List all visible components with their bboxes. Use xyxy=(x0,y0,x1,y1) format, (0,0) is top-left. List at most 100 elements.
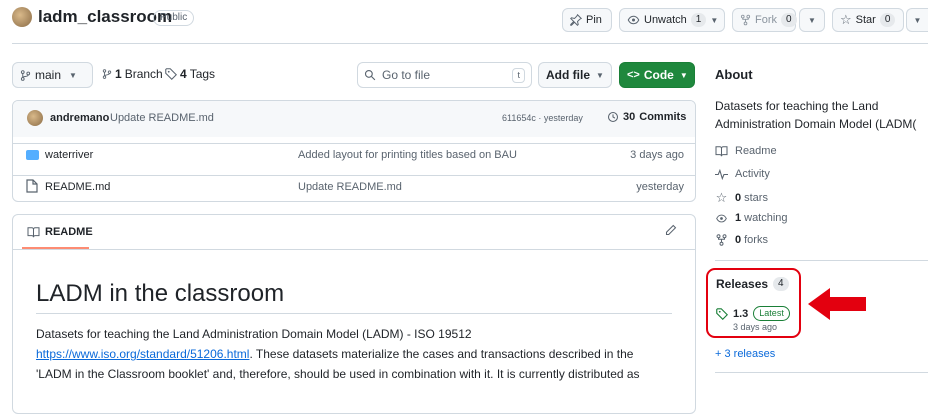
tags-label: Tags xyxy=(189,67,216,81)
commits-link[interactable]: 30 Commits xyxy=(607,111,686,123)
star-icon: ☆ xyxy=(715,190,728,205)
eye-icon xyxy=(627,14,640,26)
about-forks-link[interactable]: 0 forks xyxy=(715,234,768,246)
about-readme-link[interactable]: Readme xyxy=(715,145,777,157)
chevron-down-icon: ▼ xyxy=(808,15,816,25)
releases-count: 4 xyxy=(773,277,789,291)
latest-release-link[interactable]: 1.3 Latest xyxy=(716,306,790,321)
latest-badge: Latest xyxy=(753,306,790,321)
pin-label: Pin xyxy=(586,14,602,26)
tag-icon xyxy=(716,307,728,320)
code-icon: <> xyxy=(627,69,640,81)
go-to-file-placeholder: Go to file xyxy=(382,68,431,82)
chevron-down-icon: ▼ xyxy=(913,15,922,25)
readme-header-divider xyxy=(13,249,695,250)
commit-hash-time[interactable]: 611654c · yesterday xyxy=(502,113,583,123)
iso-standard-link[interactable]: https://www.iso.org/standard/51206.html xyxy=(36,347,249,361)
readme-paragraph-text: . These datasets materialize the cases a… xyxy=(249,347,634,361)
readme-heading-divider xyxy=(36,313,672,314)
add-file-button[interactable]: Add file ▼ xyxy=(538,62,612,88)
branches-link[interactable]: 1 Branch xyxy=(102,67,163,81)
chevron-down-icon: ▼ xyxy=(596,70,604,80)
star-icon: ☆ xyxy=(840,12,852,27)
branch-icon xyxy=(20,69,31,82)
fork-button[interactable]: Fork 0 xyxy=(732,8,797,32)
chevron-down-icon: ▼ xyxy=(69,70,77,80)
readme-paragraph-line-2: https://www.iso.org/standard/51206.html.… xyxy=(36,347,633,361)
watching-label: watching xyxy=(744,212,788,224)
book-icon xyxy=(27,226,40,238)
pin-button[interactable]: Pin xyxy=(562,8,612,32)
commit-author-avatar[interactable] xyxy=(27,110,43,126)
about-stars-link[interactable]: ☆ 0 stars xyxy=(715,190,768,206)
branches-label: Branch xyxy=(124,67,163,81)
release-version: 1.3 xyxy=(733,307,749,320)
tags-link[interactable]: 4 Tags xyxy=(165,67,215,81)
book-icon xyxy=(715,145,728,157)
fork-dropdown-button[interactable]: ▼ xyxy=(799,8,825,32)
sidebar-divider xyxy=(715,372,928,373)
file-commit-time: 3 days ago xyxy=(630,149,684,161)
file-name[interactable]: README.md xyxy=(45,181,110,193)
readme-paragraph-line-1: Datasets for teaching the Land Administr… xyxy=(36,327,472,341)
watching-count: 1 xyxy=(735,212,742,224)
branch-selector[interactable]: main ▼ xyxy=(12,62,93,88)
sidebar-divider xyxy=(715,260,928,261)
folder-icon xyxy=(26,150,39,160)
fork-label: Fork xyxy=(755,14,777,26)
search-icon xyxy=(364,69,376,81)
more-releases-link[interactable]: + 3 releases xyxy=(715,348,775,360)
stars-label: stars xyxy=(744,192,768,204)
about-watching-link[interactable]: 1 watching xyxy=(715,212,788,224)
about-readme-label: Readme xyxy=(735,145,777,157)
file-commit-time: yesterday xyxy=(636,181,684,193)
pin-icon xyxy=(570,14,582,26)
about-activity-label: Activity xyxy=(735,168,770,180)
header-divider xyxy=(12,43,928,44)
table-row[interactable]: README.md Update README.md yesterday xyxy=(13,175,696,198)
file-icon xyxy=(26,179,38,196)
about-description: Datasets for teaching the Land Administr… xyxy=(715,97,916,133)
code-button[interactable]: <> Code ▼ xyxy=(619,62,695,88)
add-file-label: Add file xyxy=(546,68,590,82)
history-icon xyxy=(607,111,619,123)
about-title: About xyxy=(715,67,753,82)
readme-paragraph-line-3: 'LADM in the Classroom booklet' and, the… xyxy=(36,367,640,381)
edit-readme-button[interactable] xyxy=(665,224,677,239)
release-time: 3 days ago xyxy=(733,322,778,332)
shortcut-key: t xyxy=(512,67,525,83)
red-arrow-icon xyxy=(806,287,868,324)
unwatch-button[interactable]: Unwatch 1 ▼ xyxy=(619,8,725,32)
fork-icon xyxy=(715,234,728,246)
commit-message[interactable]: Update README.md xyxy=(110,112,214,124)
readme-tab[interactable]: README xyxy=(27,226,93,238)
tags-count: 4 xyxy=(180,67,187,81)
commits-label: Commits xyxy=(639,111,687,123)
eye-icon xyxy=(715,213,728,224)
branches-count: 1 xyxy=(115,67,122,81)
repo-avatar[interactable] xyxy=(12,7,32,27)
unwatch-count: 1 xyxy=(690,13,707,27)
go-to-file-input[interactable]: Go to file t xyxy=(357,62,532,88)
star-dropdown-button[interactable]: ▼ xyxy=(906,8,928,32)
table-row[interactable]: waterriver Added layout for printing tit… xyxy=(13,143,696,166)
commit-author[interactable]: andremano xyxy=(50,112,109,124)
pulse-icon xyxy=(715,168,728,180)
releases-heading[interactable]: Releases 4 xyxy=(716,277,789,291)
readme-heading: LADM in the classroom xyxy=(36,280,285,307)
commits-count: 30 xyxy=(623,111,636,123)
about-description-line-2: Administration Domain Model (LADM( xyxy=(715,117,917,131)
file-commit-message[interactable]: Added layout for printing titles based o… xyxy=(298,149,517,161)
forks-label: forks xyxy=(744,234,768,246)
unwatch-label: Unwatch xyxy=(644,14,687,26)
file-commit-message[interactable]: Update README.md xyxy=(298,181,402,193)
forks-count: 0 xyxy=(735,234,742,246)
about-activity-link[interactable]: Activity xyxy=(715,168,770,180)
pencil-icon xyxy=(665,224,677,236)
visibility-badge: Public xyxy=(153,10,195,26)
file-name[interactable]: waterriver xyxy=(45,149,93,161)
branch-name: main xyxy=(35,68,62,82)
tag-icon xyxy=(165,68,177,80)
star-button[interactable]: ☆ Star 0 xyxy=(832,8,904,32)
readme-panel xyxy=(12,214,696,414)
